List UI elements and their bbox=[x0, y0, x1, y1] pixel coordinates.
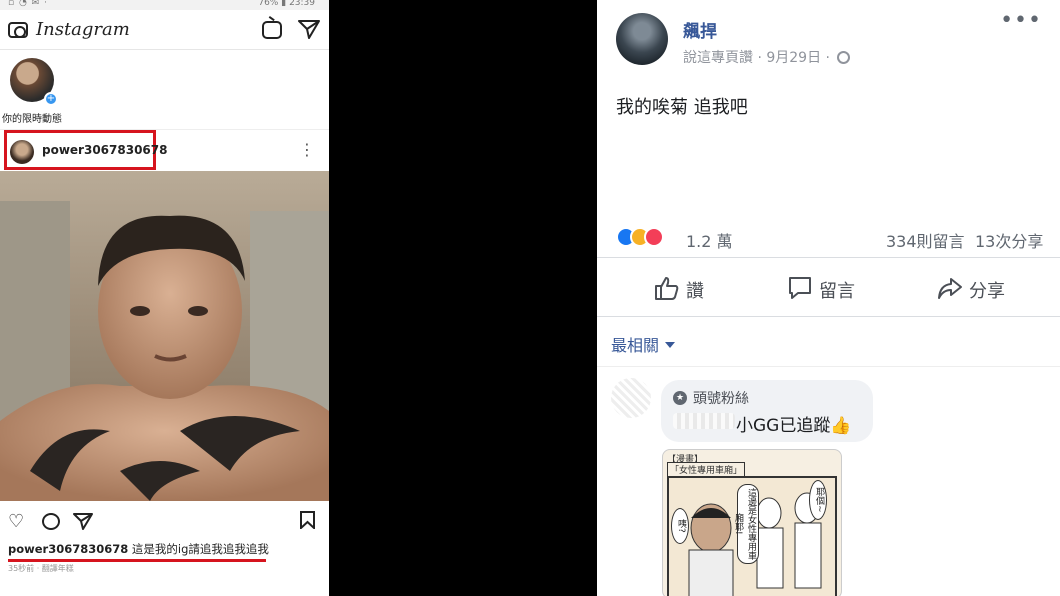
comment-button[interactable]: 留言 bbox=[787, 275, 855, 305]
reaction-count: 1.2 萬 bbox=[686, 232, 733, 251]
post-caption: power3067830678 這是我的ig請追我追我追我 bbox=[8, 541, 269, 557]
comic-subtitle: 「女性專用車廂」 bbox=[667, 462, 746, 477]
status-icons: ▫ ◔ ✉ · bbox=[8, 0, 48, 8]
post-timestamp: 35秒前 · 翻譯年糕 bbox=[8, 564, 74, 573]
stories-tray: + 你的限時動態 bbox=[0, 50, 329, 130]
thumbs-up-icon bbox=[655, 277, 679, 300]
comment-bubble: ★ 頭號粉絲 小GG已追蹤👍 bbox=[661, 380, 873, 442]
comment-button-label: 留言 bbox=[819, 281, 855, 302]
comment-sort-dropdown[interactable]: 最相關 bbox=[611, 332, 676, 356]
like-button-label: 讚 bbox=[686, 281, 704, 302]
share-icon[interactable] bbox=[73, 512, 93, 530]
comic-speech-bubble: 耶個~ bbox=[809, 480, 827, 520]
comment-bubble-icon bbox=[789, 277, 811, 299]
igtv-icon[interactable] bbox=[262, 21, 282, 39]
story-label: 你的限時動態 bbox=[2, 114, 62, 125]
caption-username[interactable]: power3067830678 bbox=[8, 542, 128, 556]
post-photo[interactable] bbox=[0, 171, 329, 501]
post-text: 我的唉菊 追我吧 bbox=[616, 97, 748, 118]
page-name[interactable]: 飆捍 bbox=[683, 17, 717, 42]
comic-panel: 咦? 這邊是女性專用車廂耶! 耶個~ bbox=[667, 476, 837, 596]
comment-text: 小GG已追蹤👍 bbox=[736, 416, 852, 436]
direct-message-icon[interactable] bbox=[298, 19, 320, 39]
caret-down-icon bbox=[665, 342, 676, 348]
caption-text: 這是我的ig請追我追我追我 bbox=[131, 542, 269, 556]
instagram-logo: Instagram bbox=[36, 19, 130, 40]
facebook-post: 飆捍 說這專頁讚 · 9月29日 · ••• 我的唉菊 追我吧 1.2 萬 33… bbox=[597, 0, 1060, 596]
top-fan-badge: 頭號粉絲 bbox=[693, 391, 749, 407]
divider bbox=[597, 366, 1060, 367]
top-fan-star-icon: ★ bbox=[673, 391, 687, 405]
comic-speech-bubble: 這邊是女性專用車廂耶! bbox=[733, 484, 759, 564]
love-reaction-icon bbox=[644, 227, 664, 247]
status-time: 23:39 bbox=[289, 0, 315, 8]
battery-level: 76% bbox=[258, 0, 279, 8]
bookmark-icon[interactable] bbox=[300, 511, 315, 529]
camera-icon[interactable] bbox=[8, 22, 28, 38]
more-options-icon[interactable]: ••• bbox=[1000, 8, 1042, 33]
sort-label: 最相關 bbox=[611, 336, 660, 355]
share-arrow-icon bbox=[938, 278, 962, 299]
like-button[interactable]: 讚 bbox=[654, 275, 704, 305]
commenter-avatar[interactable] bbox=[611, 378, 651, 418]
instagram-header: Instagram bbox=[0, 10, 329, 50]
status-right: 76% ▮ 23:39 bbox=[258, 0, 315, 8]
blurred-commenter-name bbox=[673, 413, 735, 429]
divider bbox=[597, 257, 1060, 258]
more-options-icon[interactable]: ⋮ bbox=[299, 140, 315, 159]
status-bar: ▫ ◔ ✉ · 76% ▮ 23:39 bbox=[0, 0, 329, 10]
comments-count[interactable]: 334則留言 bbox=[886, 228, 965, 252]
post-author-avatar[interactable] bbox=[10, 140, 34, 164]
shares-count[interactable]: 13次分享 bbox=[975, 228, 1043, 252]
post-header: power3067830678 ⋮ bbox=[0, 130, 329, 174]
post-author-username[interactable]: power3067830678 bbox=[42, 143, 167, 157]
comic-speech-bubble: 咦? bbox=[671, 508, 689, 544]
highlight-underline bbox=[8, 559, 266, 562]
selfie-photo bbox=[0, 171, 329, 501]
page-avatar[interactable] bbox=[616, 13, 668, 65]
add-story-icon[interactable]: + bbox=[44, 92, 58, 106]
instagram-screenshot: ▫ ◔ ✉ · 76% ▮ 23:39 Instagram + 你的限時動態 p… bbox=[0, 0, 329, 596]
globe-icon bbox=[837, 51, 851, 64]
comment-icon[interactable] bbox=[42, 513, 60, 530]
post-meta-text: 說這專頁讚 · 9月29日 · bbox=[683, 50, 830, 66]
share-button[interactable]: 分享 bbox=[937, 275, 1005, 305]
post-meta: 說這專頁讚 · 9月29日 · bbox=[683, 47, 851, 67]
post-actions: ♡ bbox=[0, 504, 329, 536]
comment-image[interactable]: 【漫畫】 「女性專用車廂」 咦? 這邊是女性專用車廂耶! 耶個~ bbox=[662, 449, 842, 596]
share-button-label: 分享 bbox=[969, 281, 1005, 302]
like-heart-icon[interactable]: ♡ bbox=[8, 511, 24, 532]
divider bbox=[597, 316, 1060, 317]
